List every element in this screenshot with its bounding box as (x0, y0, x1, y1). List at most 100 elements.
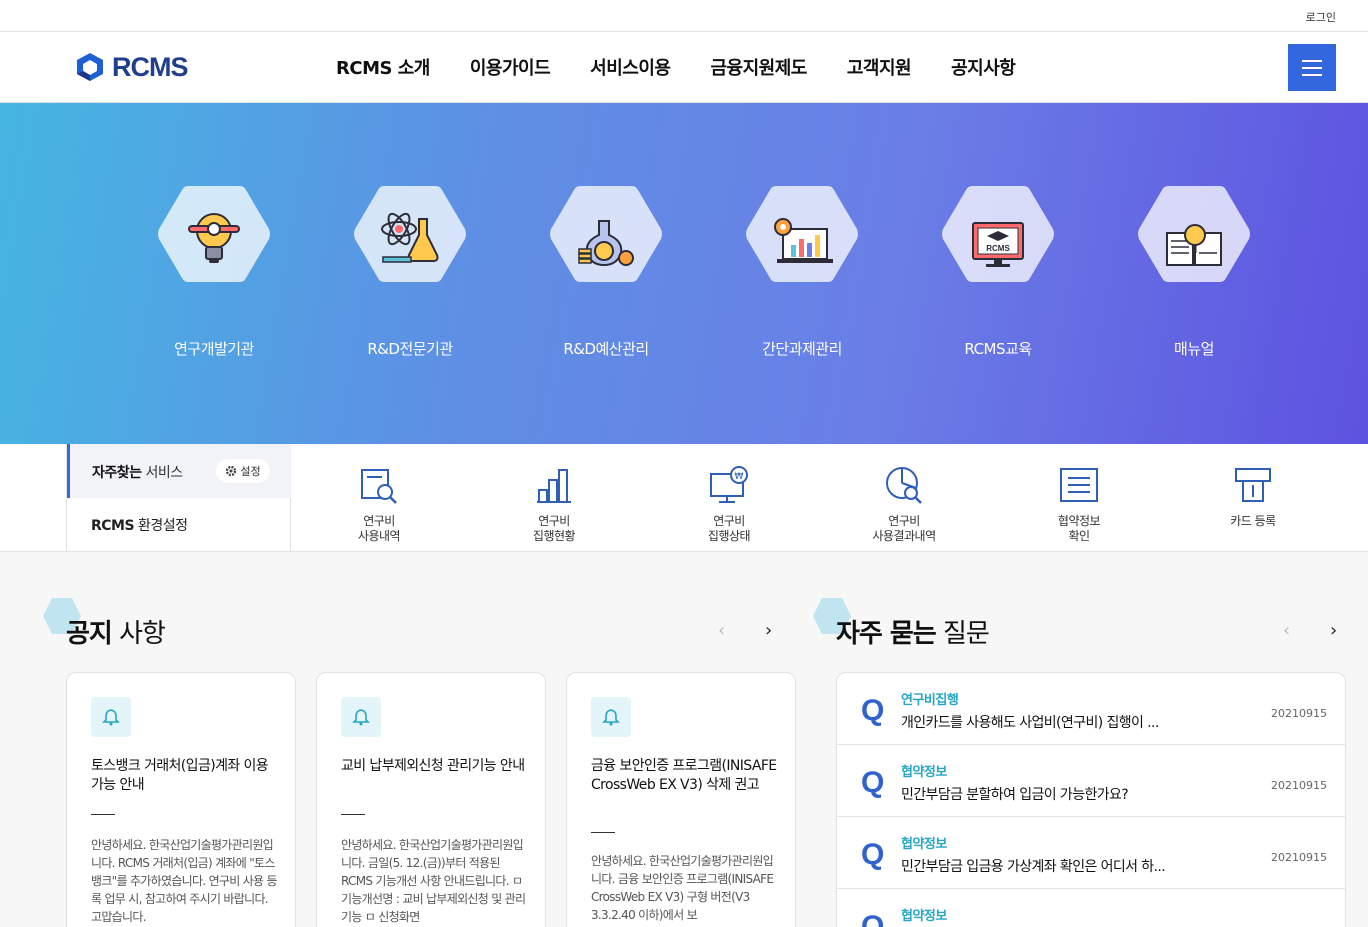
quick-label-line1: 연구비 (888, 514, 920, 528)
faq-item[interactable]: Q 협약정보 민간부담금 입금용 가상계좌 확인은 어디서 하... 20210… (837, 817, 1345, 889)
quick-label-line2: 사용내역 (357, 529, 401, 543)
svg-text:₩: ₩ (735, 472, 744, 482)
quick-exec-state[interactable]: ₩ 연구비 집행상태 (669, 464, 789, 544)
faq-next-button[interactable]: › (1330, 620, 1337, 641)
notice-prev-button[interactable]: ‹ (718, 620, 725, 641)
hero-label: RCMS교육 (964, 340, 1032, 358)
tab-label-bold: RCMS (91, 518, 135, 534)
utility-bar: 로그인 (0, 0, 1368, 32)
tab-label-bold: 자주찾는 (92, 465, 142, 481)
hero-banner: 연구개발기관 R&D전문기관 R&D예산관리 간단과제관리 RCMS RCMS교… (0, 103, 1368, 444)
login-link[interactable]: 로그인 (1306, 9, 1336, 25)
nav-support[interactable]: 고객지원 (847, 54, 912, 80)
book-magnifier-icon (1138, 186, 1250, 282)
notice-card[interactable]: 금융 보안인증 프로그램(INISAFE CrossWeb EX V3) 삭제 … (566, 672, 796, 927)
logo-text: RCMS (112, 51, 188, 82)
tab-rcms-env[interactable]: RCMS 환경설정 (91, 515, 188, 535)
faq-prev-button[interactable]: ‹ (1283, 620, 1290, 641)
hamburger-icon (1302, 60, 1322, 62)
faq-category: 협약정보 (901, 837, 947, 852)
monitor-won-icon: ₩ (710, 466, 748, 503)
bar-chart-icon (537, 469, 571, 503)
faq-question: 민간부담금 분할하여 입금이 가능한가요? (901, 787, 1129, 803)
main-nav: RCMS 소개 이용가이드 서비스이용 금융지원제도 고객지원 공지사항 (316, 54, 1035, 80)
nav-service[interactable]: 서비스이용 (590, 54, 671, 80)
list-document-icon (1060, 468, 1098, 502)
faq-category: 연구비집행 (901, 693, 959, 708)
rcms-logo-icon (77, 53, 103, 81)
quick-service-bar: 자주찾는 서비스 설정 RCMS 환경설정 연구비 사용내역 연구비 집행현황 … (0, 444, 1368, 552)
hero-item-simple-project[interactable]: 간단과제관리 (702, 183, 902, 359)
notice-card[interactable]: 토스뱅크 거래처(입금)계좌 이용 가능 안내 안녕하세요. 한국산업기술평가관… (66, 672, 296, 927)
nav-rcms-intro[interactable]: RCMS 소개 (336, 54, 430, 80)
quick-label-line2: 집행현황 (532, 529, 576, 543)
bell-icon (591, 697, 631, 737)
chart-monitor-icon (746, 186, 858, 282)
q-icon: Q (861, 838, 885, 871)
faq-category: 협약정보 (901, 765, 947, 780)
quick-label-line1: 협약정보 (1057, 514, 1101, 528)
quick-card-register[interactable]: 카드 등록 (1193, 464, 1313, 529)
divider (91, 814, 115, 815)
quick-label-line1: 연구비 (363, 514, 395, 528)
faq-category: 협약정보 (901, 909, 947, 924)
faq-title: 자주 묻는 질문 (836, 619, 990, 649)
hero-label: R&D예산관리 (563, 340, 649, 358)
menu-button[interactable] (1288, 44, 1336, 91)
tab-frequent-services[interactable]: 자주찾는 서비스 설정 (67, 444, 291, 498)
hero-label: 연구개발기관 (174, 340, 254, 358)
logo[interactable]: RCMS (74, 51, 188, 83)
notice-card-body: 안녕하세요. 한국산업기술평가관리원입니다. 금일(5. 12.(금))부터 적… (341, 838, 526, 924)
faq-item[interactable]: Q 협약정보 민간부담금 분할하여 입금이 가능한가요? 20210915 (837, 745, 1345, 817)
quick-exec-status[interactable]: 연구비 집행현황 (494, 464, 614, 544)
quick-label-line2: 사용결과내역 (872, 529, 936, 543)
notice-title: 공지 사항 (66, 619, 166, 649)
nav-notice[interactable]: 공지사항 (951, 54, 1016, 80)
hero-item-manual[interactable]: 매뉴얼 (1094, 183, 1294, 359)
faq-item[interactable]: Q 협약정보 (837, 889, 1345, 927)
bell-icon (341, 697, 381, 737)
tab-label-rest: 환경설정 (134, 518, 188, 534)
flask-coin-icon (550, 186, 662, 282)
notice-card-body: 안녕하세요. 한국산업기술평가관리원입니다. RCMS 거래처(입금) 계좌에 … (91, 838, 278, 924)
quick-agreement-info[interactable]: 협약정보 확인 (1019, 464, 1139, 544)
tab-label-rest: 서비스 (141, 465, 183, 481)
q-icon: Q (861, 766, 885, 799)
hero-label: R&D전문기관 (367, 340, 453, 358)
notice-card[interactable]: 교비 납부제외신청 관리기능 안내 안녕하세요. 한국산업기술평가관리원입니다.… (316, 672, 546, 927)
settings-button[interactable]: 설정 (216, 459, 270, 483)
q-icon: Q (861, 910, 885, 927)
pie-search-icon (886, 467, 922, 504)
header: RCMS RCMS 소개 이용가이드 서비스이용 금융지원제도 고객지원 공지사… (0, 32, 1368, 103)
hero-item-research-org[interactable]: 연구개발기관 (114, 183, 314, 359)
quick-label-line1: 카드 등록 (1230, 514, 1276, 528)
quick-label-line2: 확인 (1068, 529, 1090, 543)
gear-icon (226, 465, 237, 477)
faq-item[interactable]: Q 연구비집행 개인카드를 사용해도 사업비(연구비) 집행이 ... 2021… (837, 673, 1345, 745)
hero-item-rcms-edu[interactable]: RCMS RCMS교육 (898, 183, 1098, 359)
notice-card-title: 금융 보안인증 프로그램(INISAFE CrossWeb EX V3) 삭제 … (591, 758, 777, 793)
settings-label: 설정 (240, 465, 261, 478)
hero-label: 간단과제관리 (762, 340, 842, 358)
graduation-monitor-icon: RCMS (942, 186, 1054, 282)
document-search-icon (361, 469, 397, 504)
notice-next-button[interactable]: › (765, 620, 772, 641)
quick-label-line2: 집행상태 (707, 529, 751, 543)
quick-usage-history[interactable]: 연구비 사용내역 (319, 464, 439, 544)
nav-finance[interactable]: 금융지원제도 (710, 54, 807, 80)
hero-item-rnd-agency[interactable]: R&D전문기관 (310, 183, 510, 359)
hero-item-rnd-budget[interactable]: R&D예산관리 (506, 183, 706, 359)
faq-date: 20210915 (1271, 707, 1327, 720)
lightbulb-gear-icon (158, 186, 270, 282)
quick-label-line1: 연구비 (713, 514, 745, 528)
svg-text:RCMS: RCMS (986, 244, 1010, 253)
quick-label-line1: 연구비 (538, 514, 570, 528)
quick-tabs: 자주찾는 서비스 설정 RCMS 환경설정 (66, 444, 291, 552)
notice-card-title: 교비 납부제외신청 관리기능 안내 (341, 758, 525, 774)
faq-question: 개인카드를 사용해도 사업비(연구비) 집행이 ... (901, 715, 1159, 731)
quick-usage-result[interactable]: 연구비 사용결과내역 (844, 464, 964, 544)
atom-flask-icon (354, 186, 466, 282)
faq-date: 20210915 (1271, 851, 1327, 864)
nav-guide[interactable]: 이용가이드 (470, 54, 551, 80)
divider (341, 814, 365, 815)
